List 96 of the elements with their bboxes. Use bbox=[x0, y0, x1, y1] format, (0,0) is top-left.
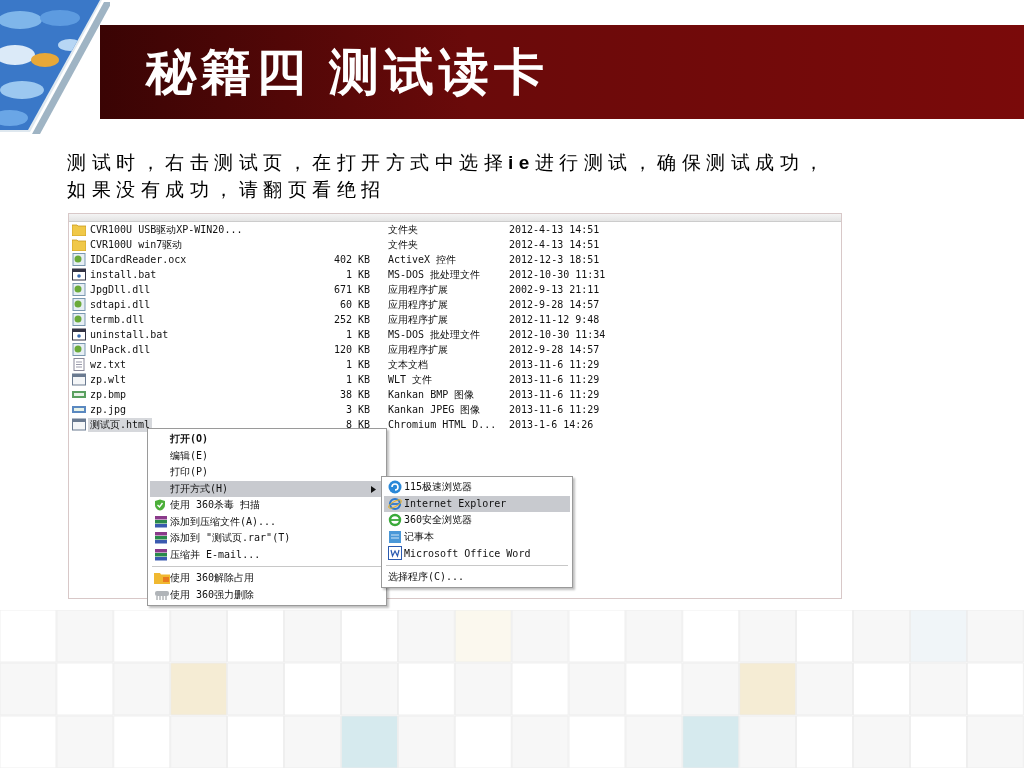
file-date: 2012-10-30 11:34 bbox=[509, 329, 606, 340]
file-type: 文件夹 bbox=[387, 237, 419, 252]
file-size: 1 KB bbox=[345, 329, 370, 340]
file-type: 应用程序扩展 bbox=[387, 297, 449, 312]
file-icon bbox=[72, 313, 86, 326]
menu-item[interactable]: 打开(O) bbox=[150, 431, 384, 448]
menu-item[interactable]: 360安全浏览器 bbox=[384, 512, 570, 529]
slide-title: 秘籍四 测试读卡 bbox=[146, 42, 549, 102]
file-icon bbox=[72, 388, 86, 401]
file-icon bbox=[72, 358, 86, 371]
file-date: 2012-10-30 11:31 bbox=[509, 269, 606, 280]
submenu-arrow-icon bbox=[371, 485, 376, 493]
file-name[interactable]: IDCardReader.ocx bbox=[88, 252, 189, 267]
file-name[interactable]: JpgDll.dll bbox=[88, 282, 153, 297]
file-icon bbox=[72, 328, 86, 341]
file-icon bbox=[72, 343, 86, 356]
browser-icon bbox=[388, 513, 402, 528]
menu-item[interactable]: 编辑(E) bbox=[150, 447, 384, 464]
file-size: 1 KB bbox=[345, 269, 370, 280]
file-date: 2012-4-13 14:51 bbox=[509, 239, 600, 250]
menu-item[interactable]: Internet Explorer bbox=[384, 495, 570, 512]
archive-icon bbox=[154, 515, 168, 528]
file-icon bbox=[72, 268, 86, 281]
file-date: 2012-12-3 18:51 bbox=[509, 254, 600, 265]
file-name[interactable]: sdtapi.dll bbox=[88, 297, 153, 312]
file-name[interactable]: UnPack.dll bbox=[88, 342, 153, 357]
file-type: 应用程序扩展 bbox=[387, 342, 449, 357]
menu-item[interactable]: 打开方式(H) bbox=[150, 480, 384, 497]
file-icon bbox=[72, 298, 86, 311]
file-name[interactable]: CVR100U win7驱动 bbox=[88, 237, 185, 252]
notepad-icon bbox=[388, 529, 402, 544]
file-type: MS-DOS 批处理文件 bbox=[387, 267, 482, 282]
shield-icon bbox=[154, 499, 166, 512]
file-type: Chromium HTML D... bbox=[387, 419, 498, 430]
file-name[interactable]: wz.txt bbox=[88, 357, 129, 372]
menu-item[interactable]: 添加到压缩文件(A)... bbox=[150, 513, 384, 530]
menu-item[interactable]: 使用 360强力删除 bbox=[150, 586, 384, 603]
file-name[interactable]: uninstall.bat bbox=[88, 327, 171, 342]
file-date: 2013-1-6 14:26 bbox=[509, 419, 594, 430]
file-size: 1 KB bbox=[345, 374, 370, 385]
archive-icon bbox=[154, 532, 168, 545]
file-icon bbox=[72, 253, 86, 266]
file-name[interactable]: zp.wlt bbox=[88, 372, 129, 387]
menu-item[interactable]: 添加到 "测试页.rar"(T) bbox=[150, 530, 384, 547]
browser-icon bbox=[388, 496, 402, 511]
file-date: 2002-9-13 21:11 bbox=[509, 284, 600, 295]
file-type: 应用程序扩展 bbox=[387, 312, 449, 327]
document-icon bbox=[388, 546, 402, 561]
file-icon bbox=[72, 403, 86, 416]
file-name[interactable]: 测试页.html bbox=[88, 417, 153, 432]
file-name[interactable]: install.bat bbox=[88, 267, 159, 282]
file-type: WLT 文件 bbox=[387, 372, 434, 387]
file-type: 文件夹 bbox=[387, 222, 419, 237]
menu-item[interactable]: 记事本 bbox=[384, 528, 570, 545]
swirl-icon bbox=[388, 480, 402, 495]
file-type: 文本文档 bbox=[387, 357, 429, 372]
menu-item[interactable]: 使用 360杀毒 扫描 bbox=[150, 497, 384, 514]
file-date: 2012-9-28 14:57 bbox=[509, 299, 600, 310]
menu-item[interactable]: 使用 360解除占用 bbox=[150, 570, 384, 587]
file-size: 671 KB bbox=[333, 284, 370, 295]
file-name[interactable]: zp.bmp bbox=[88, 387, 129, 402]
file-date: 2013-11-6 11:29 bbox=[509, 359, 600, 370]
file-name[interactable]: CVR100U USB驱动XP-WIN20... bbox=[88, 222, 245, 237]
menu-item[interactable]: 压缩并 E-mail... bbox=[150, 546, 384, 563]
folder-icon bbox=[154, 572, 170, 585]
file-icon bbox=[72, 418, 86, 431]
file-size: 60 KB bbox=[339, 299, 370, 310]
menu-item[interactable]: 选择程序(C)... bbox=[384, 568, 570, 585]
file-icon bbox=[72, 373, 86, 386]
file-size: 1 KB bbox=[345, 359, 370, 370]
file-name[interactable]: zp.jpg bbox=[88, 402, 129, 417]
file-size: 120 KB bbox=[333, 344, 370, 355]
file-type: MS-DOS 批处理文件 bbox=[387, 327, 482, 342]
file-size: 3 KB bbox=[345, 404, 370, 415]
menu-item[interactable]: 115极速浏览器 bbox=[384, 479, 570, 496]
file-icon bbox=[72, 283, 86, 296]
file-date: 2013-11-6 11:29 bbox=[509, 389, 600, 400]
menu-item[interactable]: Microsoft Office Word bbox=[384, 545, 570, 562]
menu-item[interactable]: 打印(P) bbox=[150, 464, 384, 481]
shredder-icon bbox=[154, 588, 170, 601]
file-size: 8 KB bbox=[345, 419, 370, 430]
file-date: 2012-9-28 14:57 bbox=[509, 344, 600, 355]
file-type: ActiveX 控件 bbox=[387, 252, 458, 267]
file-type: 应用程序扩展 bbox=[387, 282, 449, 297]
file-date: 2012-4-13 14:51 bbox=[509, 224, 600, 235]
file-name[interactable]: termb.dll bbox=[88, 312, 147, 327]
file-date: 2013-11-6 11:29 bbox=[509, 374, 600, 385]
file-type: Kankan BMP 图像 bbox=[387, 387, 476, 402]
file-date: 2012-11-12 9:48 bbox=[509, 314, 600, 325]
file-size: 252 KB bbox=[333, 314, 370, 325]
file-date: 2013-11-6 11:29 bbox=[509, 404, 600, 415]
file-type: Kankan JPEG 图像 bbox=[387, 402, 482, 417]
archive-icon bbox=[154, 548, 168, 561]
folder-icon bbox=[72, 238, 86, 251]
file-size: 38 KB bbox=[339, 389, 370, 400]
file-size: 402 KB bbox=[333, 254, 370, 265]
